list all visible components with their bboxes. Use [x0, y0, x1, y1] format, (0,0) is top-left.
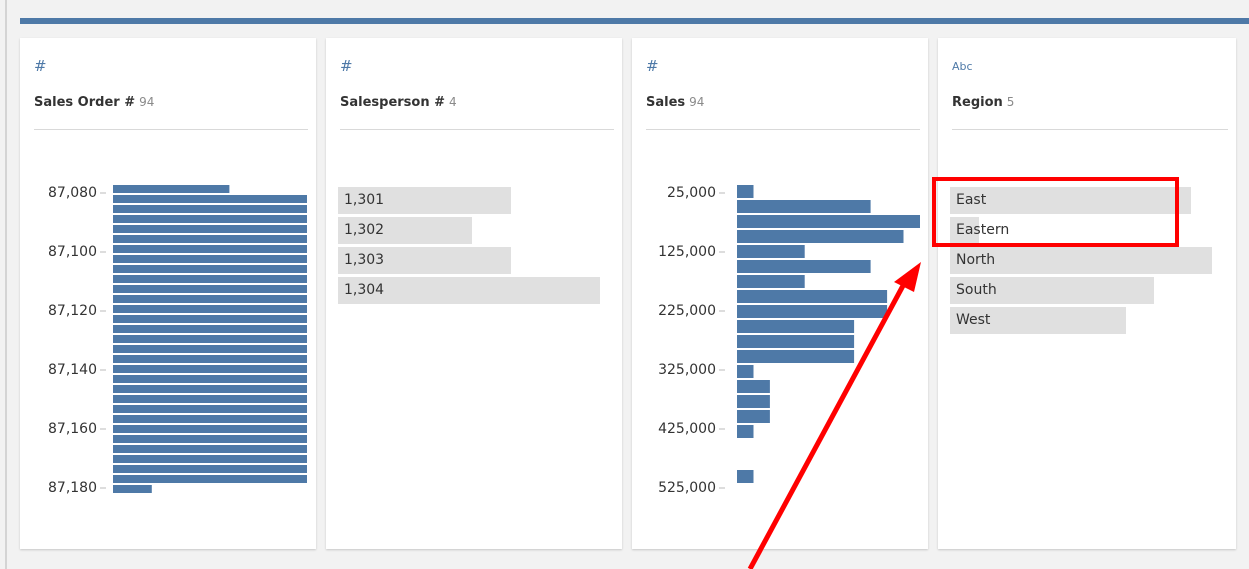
- annotation-arrow: [747, 262, 921, 569]
